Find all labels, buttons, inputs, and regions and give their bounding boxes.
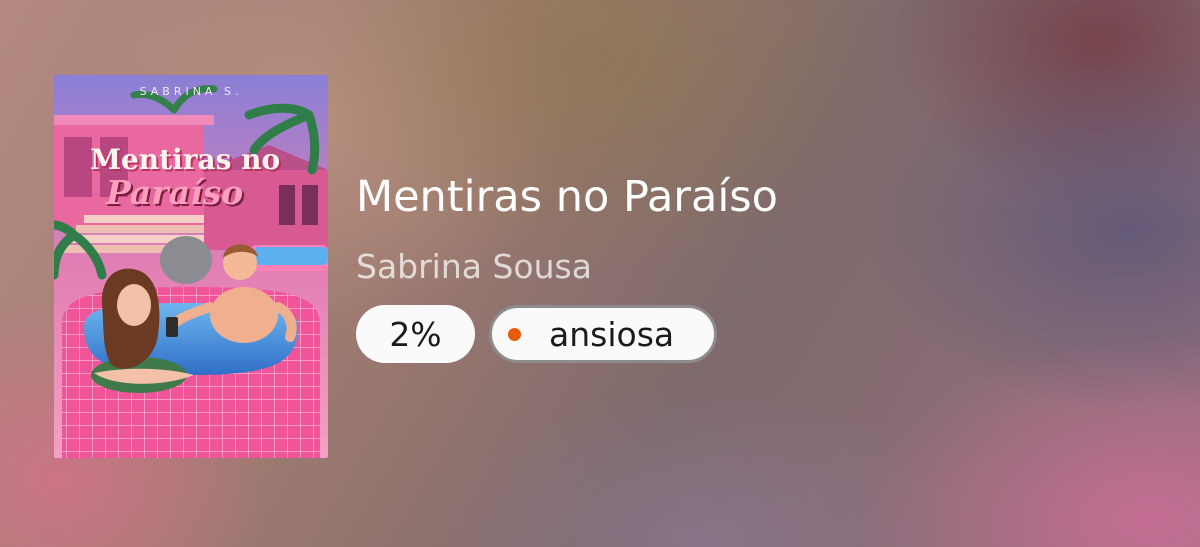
progress-badge[interactable]: 2% [356, 305, 475, 363]
status-tag[interactable]: ansiosa [489, 305, 717, 363]
book-author: Sabrina Sousa [356, 247, 592, 286]
progress-label: 2% [389, 314, 442, 354]
book-chips: 2% ansiosa [356, 305, 717, 363]
cover-title-line-1: Mentiras no [90, 143, 281, 176]
status-label: ansiosa [549, 314, 675, 354]
status-dot-icon [508, 327, 521, 341]
book-cover[interactable]: SABRINA S. Mentiras no Paraíso [54, 75, 328, 458]
cover-author-text: SABRINA S. [139, 85, 243, 98]
book-title: Mentiras no Paraíso [356, 172, 778, 222]
cover-illustration [54, 75, 328, 458]
cover-title-line-2: Paraíso [106, 173, 244, 212]
